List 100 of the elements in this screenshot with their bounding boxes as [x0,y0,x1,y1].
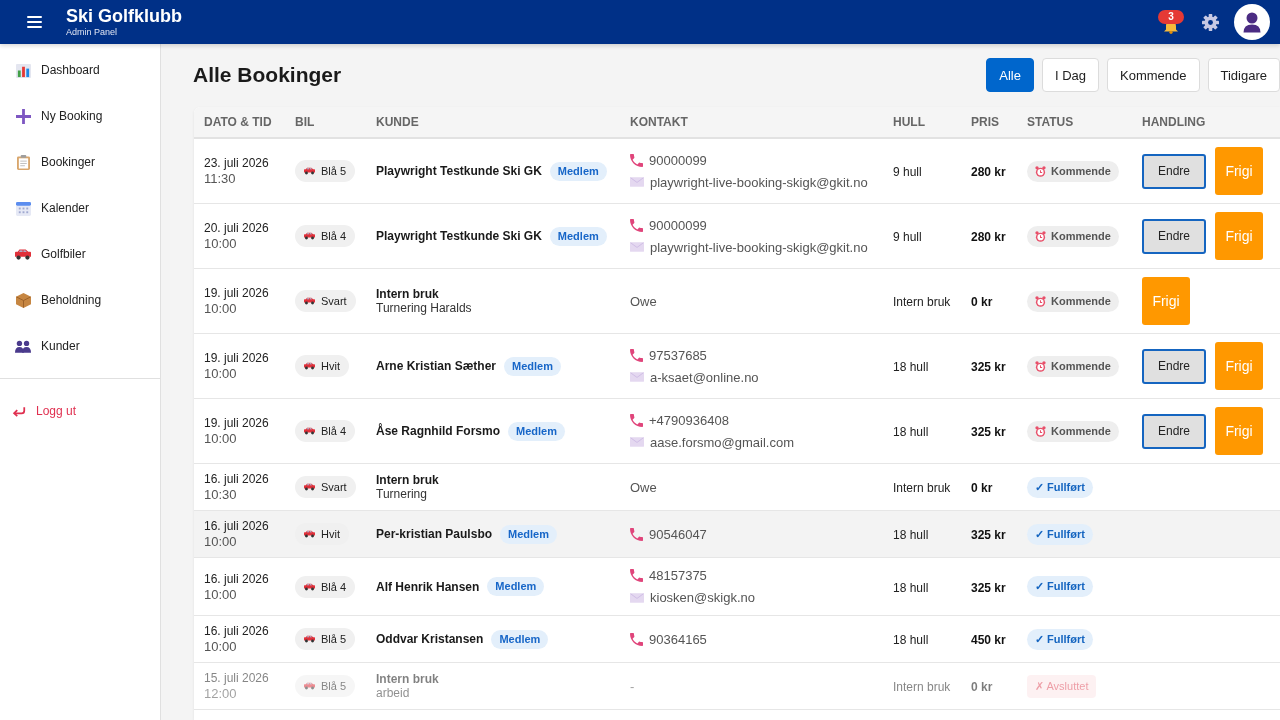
edit-button[interactable]: Endre [1142,348,1207,384]
price-text: 0 kr [971,680,993,694]
sidebar-item[interactable]: Golfbiler [0,231,160,277]
time-text: 10:00 [204,431,238,446]
car-icon [304,635,315,643]
date-text: 20. juli 2026 [204,221,270,236]
column-header: PRIS [970,115,1000,129]
phone-icon [630,527,643,541]
menu-icon[interactable] [27,16,42,28]
column-header: HULL [892,115,926,129]
car-icon [304,362,315,370]
member-badge: Medlem [504,356,561,376]
price-text: 325 kr [971,425,1006,439]
customer-name: Arne Kristian Sæther [376,359,497,373]
date-text: 19. juli 2026 [204,351,270,366]
member-badge: Medlem [508,421,565,441]
bar-chart-icon [15,62,31,78]
cart-label: Blå 5 [321,165,347,177]
cart-label: Hvit [321,528,340,540]
email-address: playwright-live-booking-skigk@gkit.no [650,238,868,257]
status-label: Kommende [1051,164,1111,178]
alarm-clock-icon [1035,165,1046,177]
phone-icon [630,569,643,582]
time-text: 10:30 [204,487,238,502]
status-label: Kommende [1051,424,1111,438]
edit-button[interactable]: Endre [1142,413,1207,449]
user-avatar-icon[interactable] [1234,4,1270,40]
filter-tab[interactable]: I Dag [1041,58,1100,92]
people-icon [15,339,31,353]
holes-text: 18 hull [893,580,929,595]
email-address: aase.forsmo@gmail.com [650,433,794,452]
phone-number: 48157375 [649,567,707,585]
customer-name: Alf Henrik Hansen [376,579,480,594]
customer-name: Intern bruk [376,473,439,487]
time-text: 12:00 [204,686,238,701]
status-label: Kommende [1051,229,1111,243]
app-title: Ski Golfklubb [66,6,182,26]
sidebar-item[interactable]: Beholdning [0,277,160,323]
car-icon [304,167,315,175]
plus-icon [15,108,31,124]
time-text: 10:00 [204,366,238,381]
holes-text: Intern bruk [893,680,951,694]
phone-icon [630,348,643,362]
settings-icon[interactable] [1202,13,1219,31]
envelope-icon [630,437,644,447]
envelope-icon [630,372,644,382]
price-text: 325 kr [971,360,1006,374]
filter-tab[interactable]: Tidigare [1207,58,1280,92]
package-icon [15,292,31,308]
phone-number: +4790936408 [649,411,729,430]
time-text: 10:00 [204,236,238,251]
sidebar-item[interactable]: Kalender [0,185,160,231]
car-icon [304,483,315,491]
phone-number: 97537685 [649,346,707,365]
phone-number: 90364165 [649,630,707,649]
car-icon [304,427,315,435]
member-badge: Medlem [487,577,545,596]
status-label: ✗ Avsluttet [1035,679,1089,693]
car-icon [304,530,315,538]
sidebar-item[interactable]: Dashboard [0,47,160,93]
phone-number: 90546047 [649,525,707,544]
column-header: HANDLING [1141,115,1207,129]
app-subtitle: Admin Panel [66,27,119,38]
sidebar-item[interactable]: Ny Booking [0,93,160,139]
member-badge: Medlem [549,226,607,246]
edit-button[interactable]: Endre [1142,153,1207,189]
phone-icon [630,218,643,232]
holes-text: Intern bruk [893,295,951,309]
holes-text: 18 hull [893,633,929,647]
alarm-clock-icon [1035,295,1046,307]
filter-tab[interactable]: Alle [986,58,1034,92]
logout-link[interactable]: Logg ut [0,388,77,434]
filter-tab[interactable]: Kommende [1107,58,1200,92]
phone-icon [630,413,643,427]
alarm-clock-icon [1035,360,1046,372]
column-header: KUNDE [375,115,420,129]
date-text: 16. juli 2026 [204,571,270,587]
price-text: 280 kr [971,230,1006,244]
sidebar-item[interactable]: Bookinger [0,139,160,185]
edit-button[interactable]: Endre [1142,218,1207,254]
status-label: ✓ Fullført [1035,632,1085,646]
email-address: kiosken@skigk.no [650,589,755,607]
sidebar-item[interactable]: Kunder [0,323,160,369]
contact-note: Owe [630,293,658,309]
customer-name: Playwright Testkunde Ski GK [376,229,542,243]
envelope-icon [630,592,644,603]
customer-name: Åse Ragnhild Forsmo [376,424,500,438]
customer-name: Oddvar Kristansen [376,632,484,646]
clipboard-icon [16,154,30,170]
price-text: 0 kr [971,295,993,309]
cart-label: Svart [321,481,347,493]
car-icon [304,297,315,305]
member-badge: Medlem [549,161,607,181]
customer-note: Turnering Haralds [376,301,473,315]
price-text: 325 kr [971,528,1006,542]
date-text: 19. juli 2026 [204,416,270,431]
notification-count-badge: 3 [1158,10,1184,24]
calendar-icon [15,200,31,216]
cart-label: Blå 5 [321,633,347,645]
date-text: 16. juli 2026 [204,624,270,639]
